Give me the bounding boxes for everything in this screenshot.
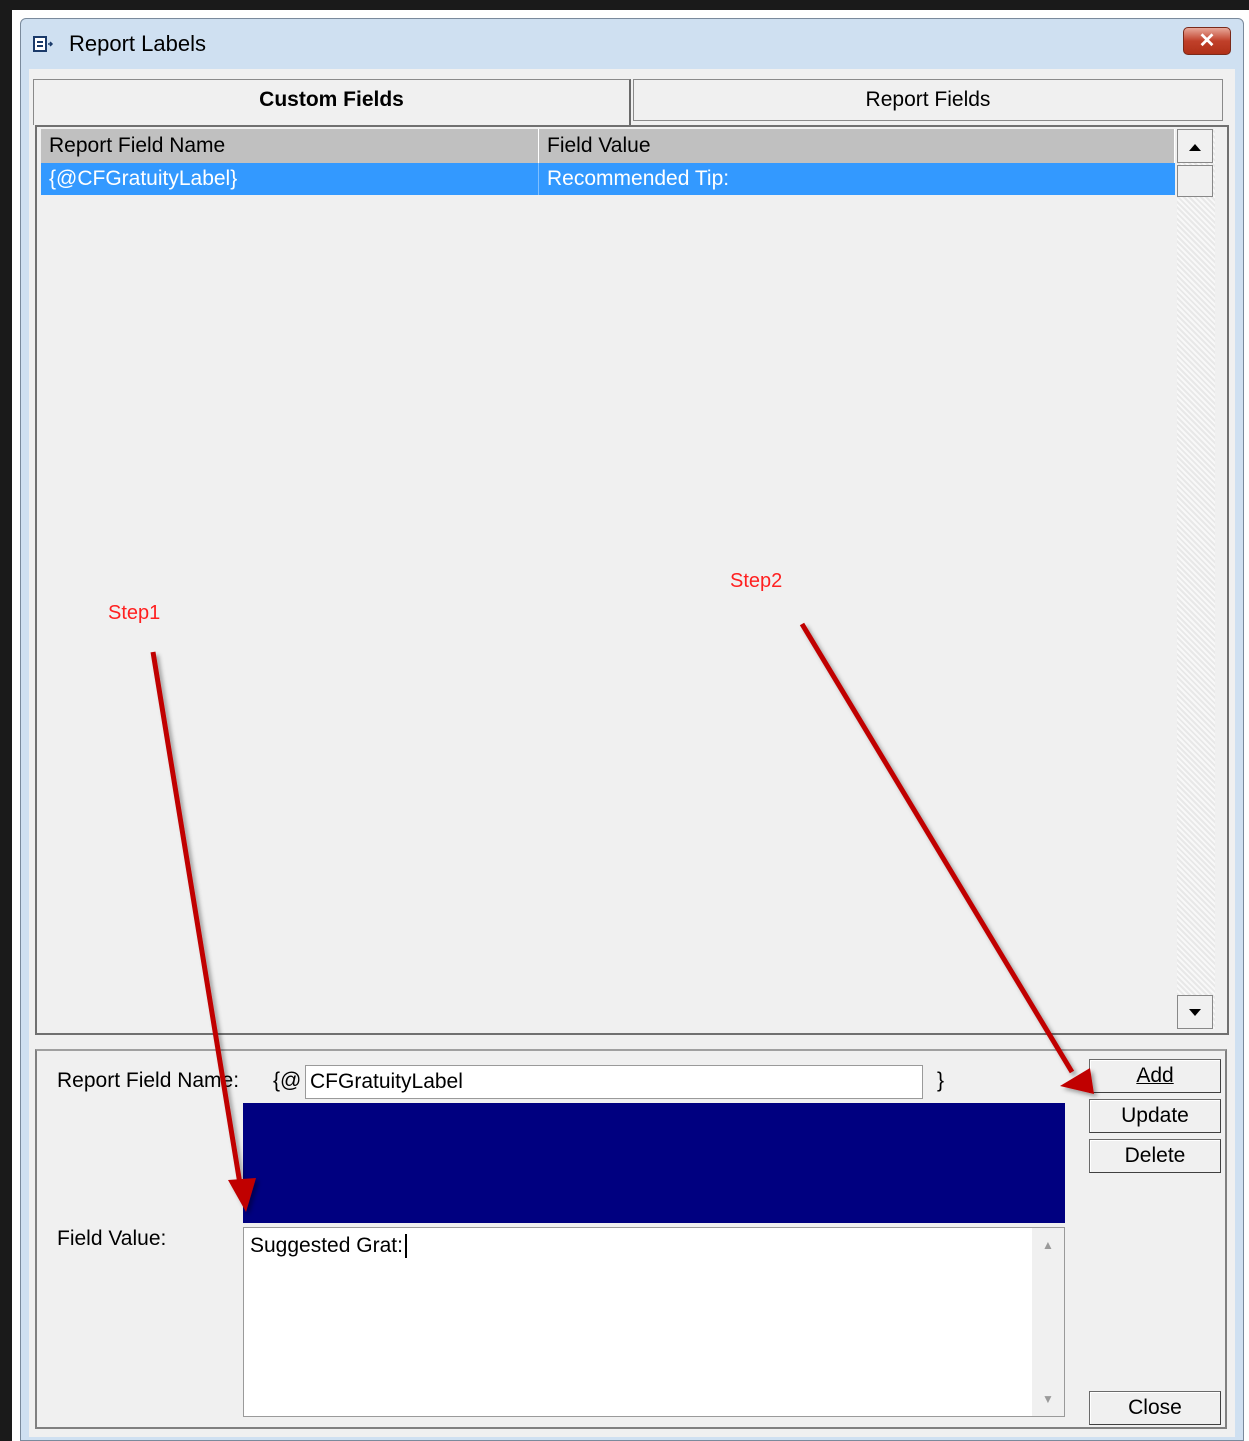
step1-arrow (150, 651, 256, 1212)
screenshot-frame: Report Labels ✕ Custom Fields Report Fie… (0, 0, 1249, 1441)
step2-arrow (799, 622, 1094, 1094)
annotation-arrows (150, 622, 1094, 1212)
